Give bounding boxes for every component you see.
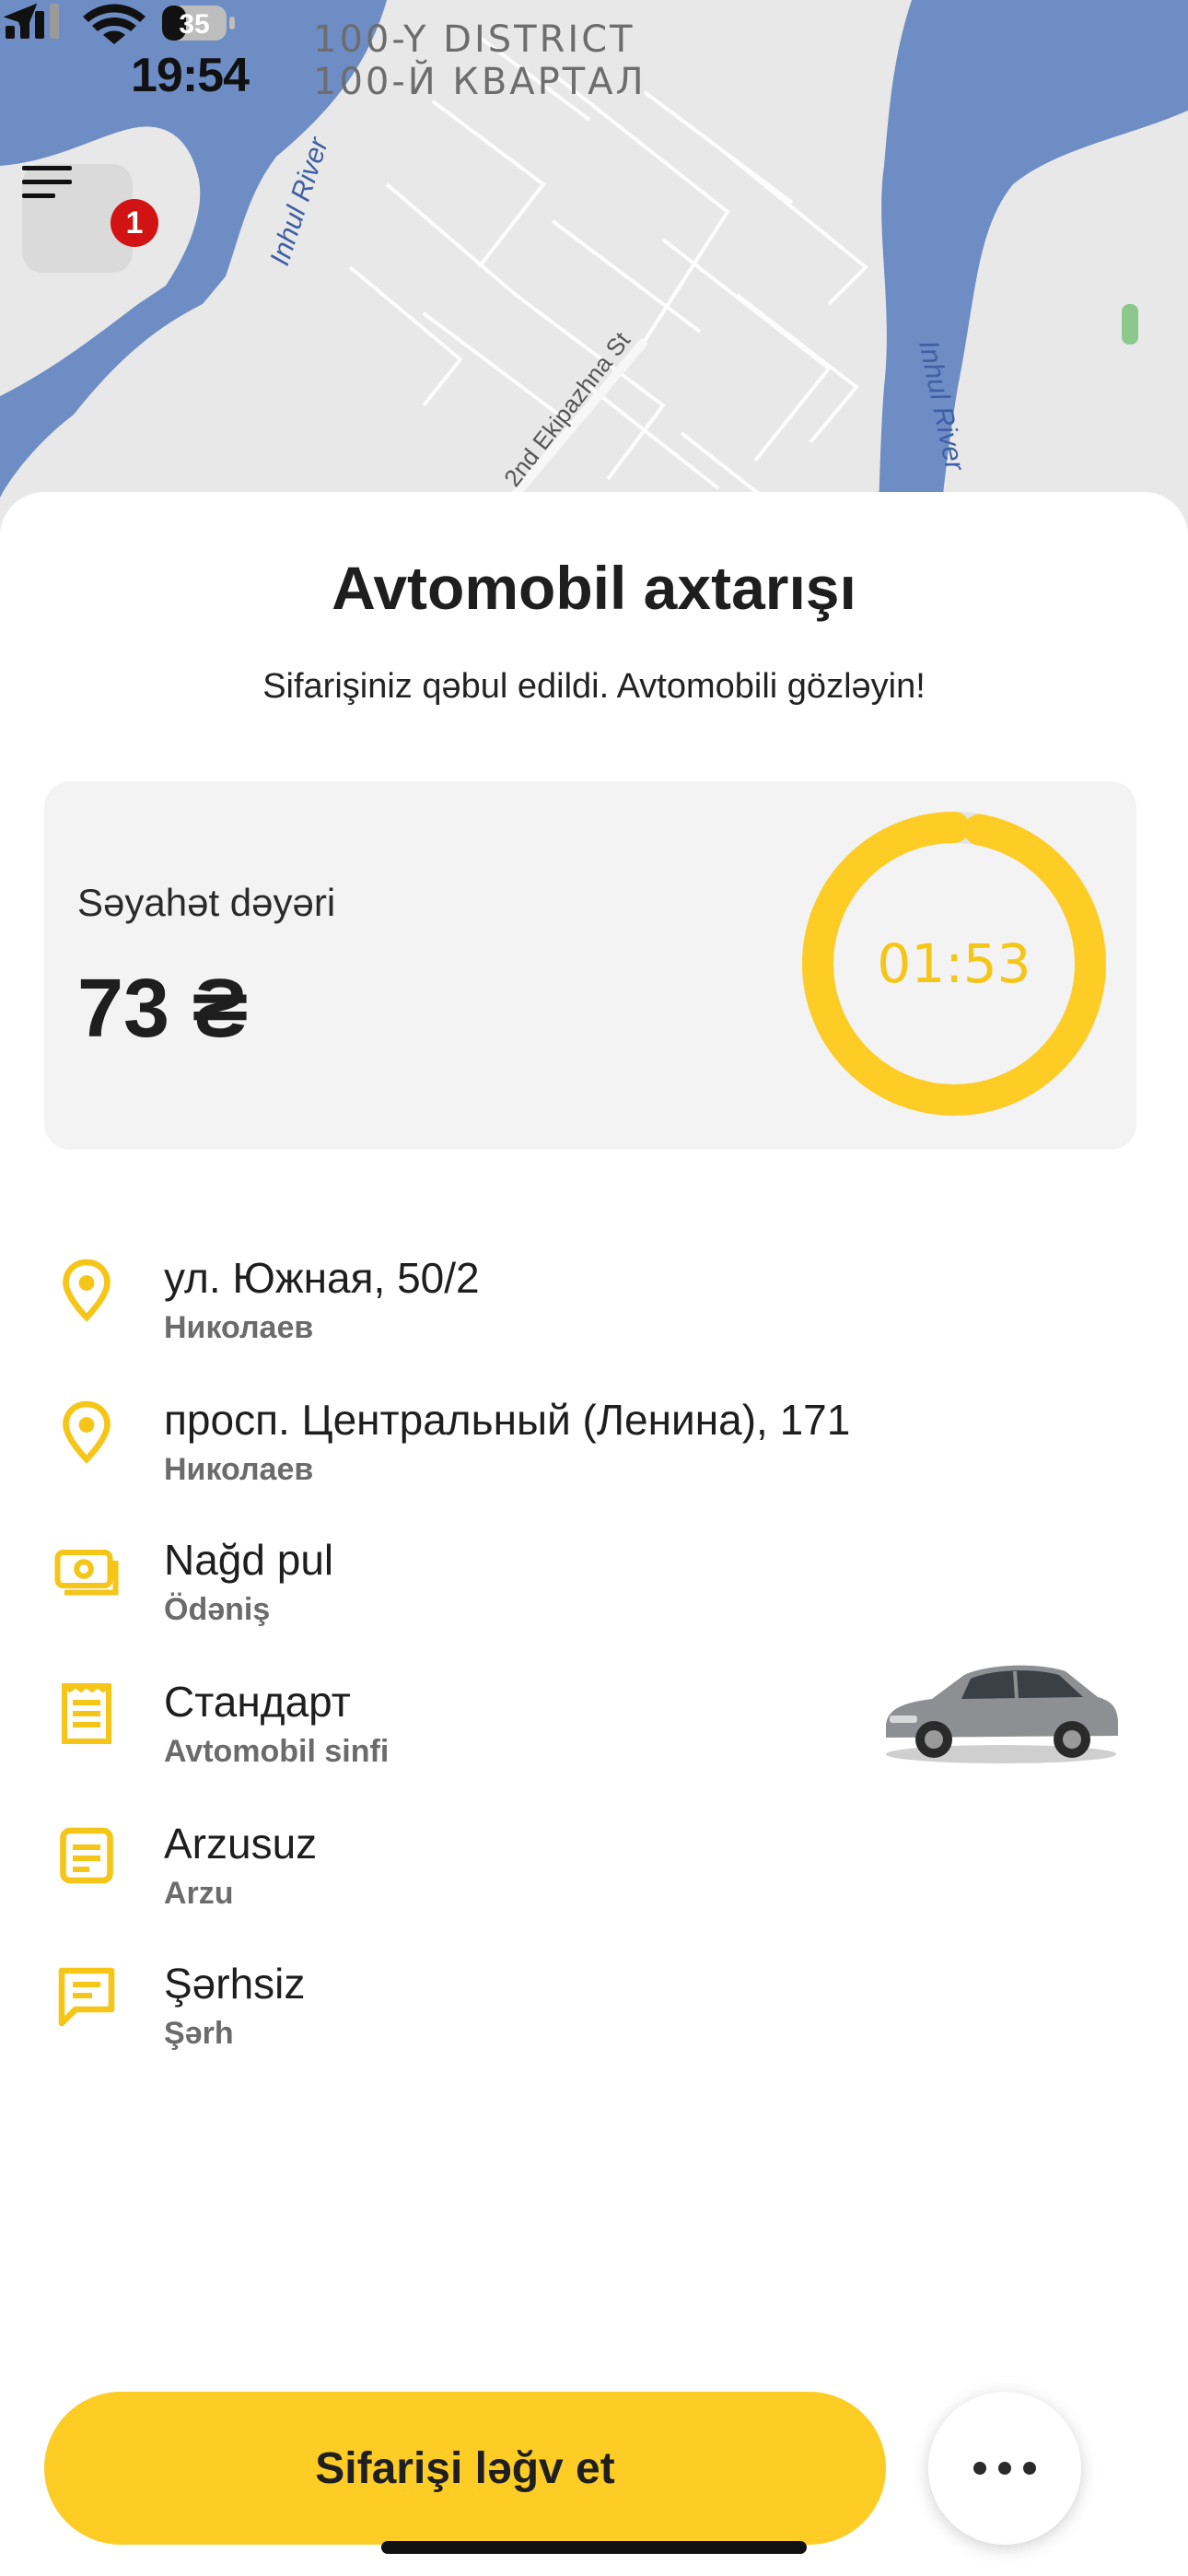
more-options-button[interactable] (928, 2392, 1081, 2545)
status-bar: 19:54 100-Y DISTRICT 100-Й КВАРТАЛ 35 (0, 0, 1188, 147)
comment-icon (58, 1967, 115, 2027)
comment-row[interactable]: Şərhsiz Şərh (0, 1960, 1188, 2091)
timer-text: 01:53 (877, 932, 1031, 995)
cancel-order-button[interactable]: Sifarişi ləğv et (44, 2392, 886, 2545)
car-class-row[interactable]: Стандарт Avtomobil sinfi (0, 1665, 1188, 1809)
car-class-label: Avtomobil sinfi (164, 1734, 390, 1769)
svg-text:35: 35 (179, 9, 209, 40)
district-line-2: 100-Й КВАРТАЛ (313, 61, 646, 103)
location-pin-icon (63, 1400, 111, 1464)
district-line-1: 100-Y DISTRICT (313, 18, 635, 61)
payment-method: Nağd pul (164, 1536, 334, 1584)
location-pin-icon (63, 1259, 111, 1322)
home-indicator (381, 2541, 807, 2554)
document-list-icon (60, 1827, 113, 1884)
order-sheet: Avtomobil axtarışı Sifarişiniz qəbul edi… (0, 492, 1188, 2576)
destination-address: просп. Центральный (Ленина), 171 (164, 1396, 851, 1444)
fare-card: Səyahət dəyəri 73 ₴ 01:53 (44, 781, 1136, 1150)
wishes-row[interactable]: Arzusuz Arzu (0, 1820, 1188, 1951)
sheet-title: Avtomobil axtarışı (332, 554, 856, 622)
cash-icon (54, 1550, 119, 1596)
destination-city: Николаев (164, 1452, 314, 1487)
receipt-icon (62, 1683, 111, 1744)
wifi-icon (83, 4, 146, 44)
notification-badge: 1 (111, 199, 158, 247)
battery-icon: 35 (162, 6, 235, 41)
status-icons: 35 (6, 4, 235, 44)
payment-row[interactable]: Nağd pul Ödəniş (0, 1536, 1188, 1668)
comment-value: Şərhsiz (164, 1960, 306, 2008)
menu-button[interactable]: 1 (22, 164, 158, 273)
district-label: 100-Y DISTRICT 100-Й КВАРТАЛ (313, 18, 646, 103)
destination-address-row[interactable]: просп. Центральный (Ленина), 171 Николае… (0, 1396, 1188, 1528)
more-dots-icon (973, 2462, 1036, 2475)
payment-label: Ödəniş (164, 1592, 271, 1627)
fare-label: Səyahət dəyəri (77, 881, 336, 924)
pickup-address: ул. Южная, 50/2 (164, 1254, 480, 1302)
fare-value: 73 ₴ (77, 963, 249, 1055)
hamburger-menu-icon (22, 166, 72, 198)
pickup-city: Николаев (164, 1310, 314, 1345)
sheet-subtitle: Sifarişiniz qəbul edildi. Avtomobili göz… (262, 667, 926, 706)
pickup-address-row[interactable]: ул. Южная, 50/2 Николаев (0, 1254, 1188, 1386)
status-time: 19:54 (131, 49, 250, 102)
wishes-label: Arzu (164, 1876, 234, 1911)
car-class: Стандарт (164, 1678, 351, 1726)
wishes-value: Arzusuz (164, 1820, 318, 1868)
signal-icon (6, 4, 59, 39)
comment-label: Şərh (164, 2016, 234, 2051)
car-image (886, 1665, 1118, 1763)
